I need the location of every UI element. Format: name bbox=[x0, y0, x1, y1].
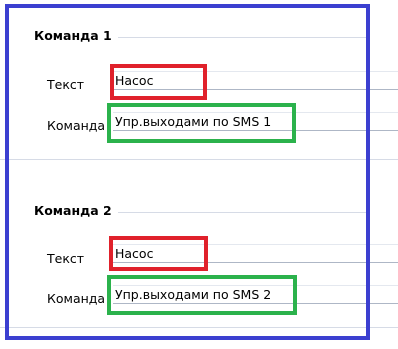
section-separator bbox=[0, 159, 398, 160]
bottom-separator bbox=[0, 327, 398, 328]
command-2-title-rule bbox=[118, 212, 370, 213]
command-2-text-label: Текст bbox=[47, 251, 85, 266]
command-2-title: Команда 2 bbox=[34, 203, 112, 218]
command-1-text-label: Текст bbox=[47, 77, 85, 92]
command-2-command-label: Команда bbox=[47, 291, 106, 306]
settings-panel: Команда 1 Текст Насос Команда Упр.выхода… bbox=[0, 0, 398, 349]
command-1-text-highlight bbox=[110, 64, 207, 100]
command-2-command-highlight bbox=[107, 275, 297, 315]
command-1-command-highlight bbox=[107, 103, 296, 143]
command-1-title-rule bbox=[118, 37, 370, 38]
command-1-title: Команда 1 bbox=[34, 28, 112, 43]
command-1-command-label: Команда bbox=[47, 118, 106, 133]
command-2-text-highlight bbox=[109, 236, 208, 271]
